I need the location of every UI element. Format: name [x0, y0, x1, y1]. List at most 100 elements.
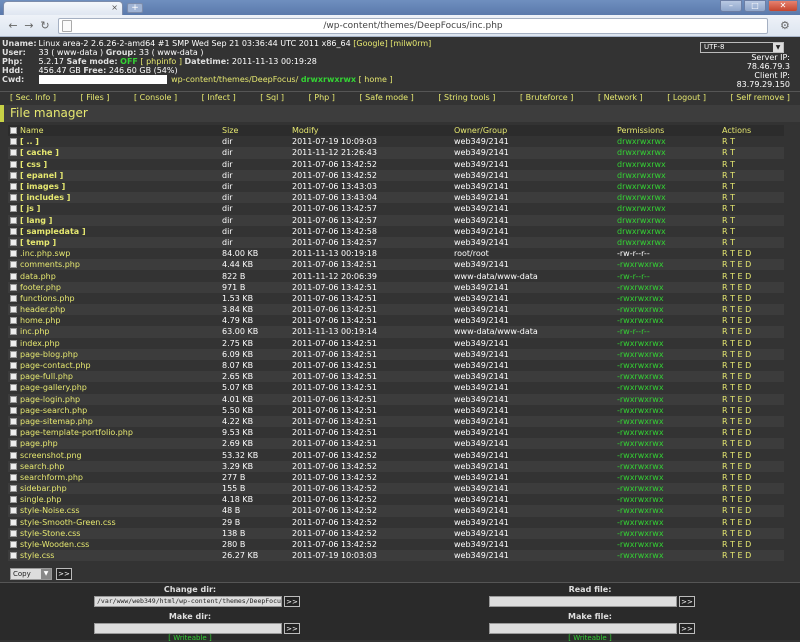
row-checkbox[interactable]: [10, 160, 17, 168]
file-permissions-link[interactable]: -rwxrwxrwx: [615, 415, 720, 428]
cwd-path-link[interactable]: wp-content/themes/DeepFocus/: [171, 75, 298, 84]
folder-link[interactable]: [ sampledata ]: [20, 227, 86, 236]
file-permissions-link[interactable]: -rwxrwxrwx: [615, 516, 720, 528]
charset-select[interactable]: UTF-8 ▼: [700, 42, 784, 53]
row-checkbox[interactable]: [10, 250, 17, 258]
row-checkbox[interactable]: [10, 552, 17, 560]
address-bar[interactable]: /wp-content/themes/DeepFocus/inc.php: [58, 18, 768, 34]
file-permissions-link[interactable]: drwxrwxrwx: [615, 192, 720, 204]
row-checkbox[interactable]: [10, 272, 17, 280]
file-link[interactable]: page-blog.php: [20, 350, 78, 359]
row-checkbox[interactable]: [10, 183, 17, 191]
menu-item[interactable]: [ String tools ]: [438, 92, 495, 103]
file-actions-links[interactable]: R T E D: [720, 393, 784, 405]
file-permissions-link[interactable]: -rwxrwxrwx: [615, 538, 720, 551]
menu-item[interactable]: [ Infect ]: [202, 92, 236, 103]
file-actions-links[interactable]: R T E D: [720, 337, 784, 349]
file-link[interactable]: screenshot.png: [20, 451, 82, 460]
file-link[interactable]: page-login.php: [20, 395, 80, 404]
file-permissions-link[interactable]: -rwxrwxrwx: [615, 427, 720, 439]
file-link[interactable]: functions.php: [20, 294, 75, 303]
row-checkbox[interactable]: [10, 429, 17, 437]
file-actions-links[interactable]: R T: [720, 147, 784, 159]
file-actions-links[interactable]: R T: [720, 225, 784, 237]
file-permissions-link[interactable]: drwxrwxrwx: [615, 203, 720, 215]
file-permissions-link[interactable]: -rwxrwxrwx: [615, 460, 720, 472]
file-actions-links[interactable]: R T: [720, 136, 784, 148]
file-actions-links[interactable]: R T E D: [720, 494, 784, 506]
row-checkbox[interactable]: [10, 205, 17, 213]
file-link[interactable]: style-Smooth-Green.css: [20, 518, 116, 527]
file-link[interactable]: search.php: [20, 462, 64, 471]
folder-link[interactable]: [ includes ]: [20, 193, 70, 202]
folder-link[interactable]: [ .. ]: [20, 137, 39, 146]
file-permissions-link[interactable]: -rwxrwxrwx: [615, 404, 720, 416]
file-link[interactable]: searchform.php: [20, 473, 83, 482]
file-actions-links[interactable]: R T: [720, 203, 784, 215]
folder-link[interactable]: [ cache ]: [20, 148, 59, 157]
file-permissions-link[interactable]: -rwxrwxrwx: [615, 494, 720, 506]
read-file-input[interactable]: [489, 596, 677, 607]
make-file-input[interactable]: [489, 623, 677, 634]
file-link[interactable]: home.php: [20, 316, 60, 325]
row-checkbox[interactable]: [10, 440, 17, 448]
row-checkbox[interactable]: [10, 138, 17, 146]
make-dir-input[interactable]: [94, 623, 282, 634]
file-link[interactable]: index.php: [20, 339, 60, 348]
file-permissions-link[interactable]: drwxrwxrwx: [615, 136, 720, 148]
file-actions-links[interactable]: R T E D: [720, 438, 784, 450]
menu-item[interactable]: [ Safe mode ]: [359, 92, 413, 103]
menu-item[interactable]: [ Php ]: [309, 92, 335, 103]
file-link[interactable]: page-gallery.php: [20, 383, 87, 392]
minimize-button[interactable]: –: [720, 0, 742, 12]
bulk-action-select[interactable]: Copy ▼: [10, 568, 52, 580]
menu-item[interactable]: [ Sec. Info ]: [10, 92, 56, 103]
file-permissions-link[interactable]: drwxrwxrwx: [615, 236, 720, 249]
file-link[interactable]: sidebar.php: [20, 484, 67, 493]
row-checkbox[interactable]: [10, 294, 17, 302]
menu-item[interactable]: [ Console ]: [134, 92, 177, 103]
file-actions-links[interactable]: R T: [720, 236, 784, 249]
file-actions-links[interactable]: R T E D: [720, 404, 784, 416]
reload-icon[interactable]: ↻: [38, 19, 52, 33]
row-checkbox[interactable]: [10, 395, 17, 403]
row-checkbox[interactable]: [10, 451, 17, 459]
row-checkbox[interactable]: [10, 149, 17, 157]
change-dir-input[interactable]: /var/www/web349/html/wp-content/themes/D…: [94, 596, 282, 607]
new-tab-button[interactable]: +: [127, 3, 143, 13]
col-name-header[interactable]: Name: [8, 125, 220, 137]
change-dir-go-button[interactable]: >>: [284, 596, 300, 607]
file-permissions-link[interactable]: -rw-r--r--: [615, 326, 720, 338]
row-checkbox[interactable]: [10, 462, 17, 470]
file-actions-links[interactable]: R T E D: [720, 248, 784, 260]
row-checkbox[interactable]: [10, 518, 17, 526]
row-checkbox[interactable]: [10, 261, 17, 269]
row-checkbox[interactable]: [10, 227, 17, 235]
file-permissions-link[interactable]: drwxrwxrwx: [615, 180, 720, 193]
file-link[interactable]: .inc.php.swp: [20, 249, 70, 258]
file-link[interactable]: comments.php: [20, 260, 80, 269]
file-actions-links[interactable]: R T E D: [720, 471, 784, 483]
file-permissions-link[interactable]: -rwxrwxrwx: [615, 371, 720, 383]
menu-item[interactable]: [ Bruteforce ]: [520, 92, 573, 103]
file-link[interactable]: page.php: [20, 439, 58, 448]
file-actions-links[interactable]: R T E D: [720, 270, 784, 282]
file-permissions-link[interactable]: drwxrwxrwx: [615, 225, 720, 237]
file-actions-links[interactable]: R T E D: [720, 326, 784, 338]
file-link[interactable]: footer.php: [20, 283, 61, 292]
file-link[interactable]: page-search.php: [20, 406, 87, 415]
file-actions-links[interactable]: R T E D: [720, 550, 784, 562]
menu-item[interactable]: [ Network ]: [598, 92, 643, 103]
file-permissions-link[interactable]: -rwxrwxrwx: [615, 550, 720, 562]
row-checkbox[interactable]: [10, 171, 17, 179]
file-link[interactable]: page-template-portfolio.php: [20, 428, 133, 437]
browser-tab[interactable]: ×: [3, 1, 123, 15]
file-permissions-link[interactable]: -rwxrwxrwx: [615, 393, 720, 405]
file-actions-links[interactable]: R T E D: [720, 427, 784, 439]
file-actions-links[interactable]: R T E D: [720, 415, 784, 428]
row-checkbox[interactable]: [10, 384, 17, 392]
file-actions-links[interactable]: R T E D: [720, 304, 784, 316]
file-actions-links[interactable]: R T E D: [720, 483, 784, 495]
file-link[interactable]: style-Noise.css: [20, 506, 80, 515]
file-link[interactable]: page-full.php: [20, 372, 73, 381]
